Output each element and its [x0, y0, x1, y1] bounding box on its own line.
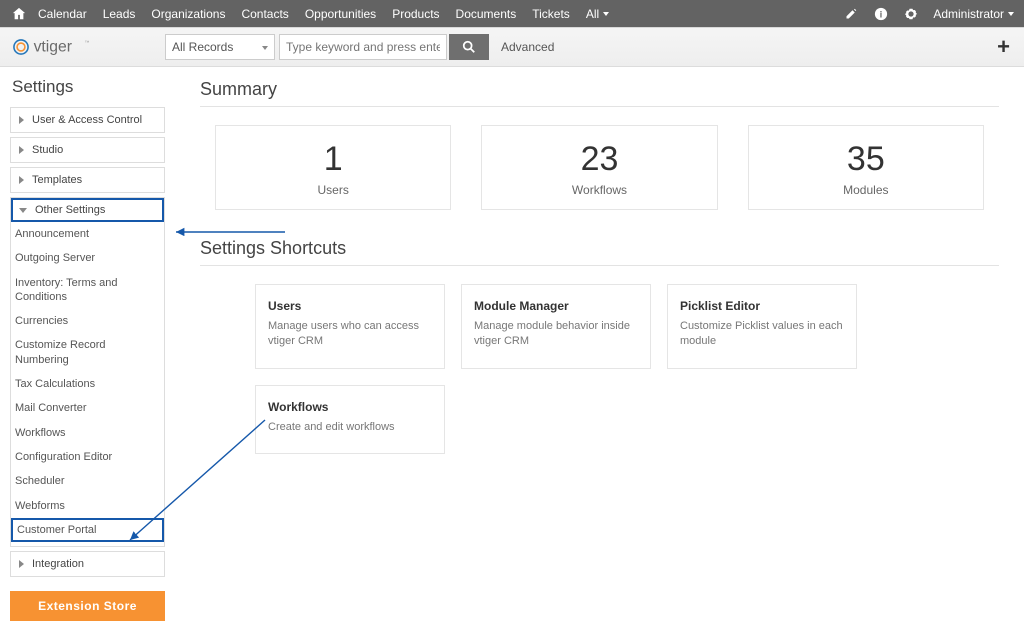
gear-icon[interactable] [903, 6, 919, 22]
chevron-right-icon [19, 176, 24, 184]
svg-text:™: ™ [85, 40, 90, 45]
sidebar-item-record-numbering[interactable]: Customize Record Numbering [11, 333, 164, 372]
svg-text:vtiger: vtiger [34, 39, 72, 56]
summary-card-modules[interactable]: 35 Modules [748, 125, 984, 210]
shortcuts-title: Settings Shortcuts [200, 238, 999, 259]
nav-organizations[interactable]: Organizations [151, 7, 225, 21]
nav-leads[interactable]: Leads [103, 7, 136, 21]
shortcut-desc: Manage users who can access vtiger CRM [268, 319, 432, 350]
sidebar-item-scheduler[interactable]: Scheduler [11, 469, 164, 493]
sidebar-item-announcement[interactable]: Announcement [11, 222, 164, 246]
summary-value: 23 [482, 140, 716, 179]
edit-icon[interactable] [843, 6, 859, 22]
nav-all[interactable]: All [586, 7, 609, 21]
sidebar-section-user-access[interactable]: User & Access Control [11, 108, 164, 132]
settings-sidebar: Settings User & Access Control Studio Te… [0, 67, 175, 640]
sidebar-section-label: User & Access Control [32, 114, 142, 126]
shortcut-title: Workflows [268, 400, 432, 414]
chevron-right-icon [19, 146, 24, 154]
record-scope-select[interactable]: All Records [165, 34, 275, 60]
nav-contacts[interactable]: Contacts [241, 7, 288, 21]
shortcut-users[interactable]: Users Manage users who can access vtiger… [255, 284, 445, 369]
nav-tickets[interactable]: Tickets [532, 7, 570, 21]
sidebar-section-studio[interactable]: Studio [11, 138, 164, 162]
sidebar-section-other-settings[interactable]: Other Settings [11, 198, 164, 222]
shortcut-desc: Manage module behavior inside vtiger CRM [474, 319, 638, 350]
admin-menu[interactable]: Administrator [933, 7, 1014, 21]
sidebar-section-templates[interactable]: Templates [11, 168, 164, 192]
extension-store-button[interactable]: Extension Store [10, 591, 165, 621]
summary-value: 35 [749, 140, 983, 179]
record-scope-label: All Records [172, 40, 233, 54]
sidebar-item-tax-calculations[interactable]: Tax Calculations [11, 372, 164, 396]
search-button[interactable] [449, 34, 489, 60]
nav-calendar[interactable]: Calendar [38, 7, 87, 21]
nav-products[interactable]: Products [392, 7, 439, 21]
summary-title: Summary [200, 79, 999, 100]
svg-text:i: i [880, 9, 882, 19]
add-icon[interactable]: + [997, 34, 1014, 60]
settings-content: Summary 1 Users 23 Workflows 35 Modules … [175, 67, 1024, 640]
shortcut-desc: Customize Picklist values in each module [680, 319, 844, 350]
home-icon[interactable] [10, 5, 28, 23]
nav-documents[interactable]: Documents [456, 7, 517, 21]
sidebar-item-inventory-terms[interactable]: Inventory: Terms and Conditions [11, 271, 164, 310]
sidebar-item-customer-portal[interactable]: Customer Portal [11, 518, 164, 542]
summary-card-workflows[interactable]: 23 Workflows [481, 125, 717, 210]
sidebar-item-outgoing-server[interactable]: Outgoing Server [11, 246, 164, 270]
sidebar-item-currencies[interactable]: Currencies [11, 309, 164, 333]
sidebar-section-integration[interactable]: Integration [11, 552, 164, 576]
sidebar-section-label: Studio [32, 144, 63, 156]
sidebar-section-label: Other Settings [35, 204, 105, 216]
sidebar-section-label: Templates [32, 174, 82, 186]
chevron-down-icon [19, 208, 27, 213]
summary-value: 1 [216, 140, 450, 179]
summary-card-users[interactable]: 1 Users [215, 125, 451, 210]
chevron-right-icon [19, 116, 24, 124]
help-icon[interactable]: i [873, 6, 889, 22]
sidebar-title: Settings [10, 77, 165, 97]
chevron-right-icon [19, 560, 24, 568]
sidebar-section-label: Integration [32, 558, 84, 570]
sidebar-item-mail-converter[interactable]: Mail Converter [11, 396, 164, 420]
sidebar-submenu: Announcement Outgoing Server Inventory: … [11, 222, 164, 546]
shortcut-title: Picklist Editor [680, 299, 844, 313]
advanced-search-link[interactable]: Advanced [501, 40, 554, 54]
shortcut-desc: Create and edit workflows [268, 420, 432, 435]
top-nav: Calendar Leads Organizations Contacts Op… [0, 0, 1024, 27]
summary-label: Workflows [482, 183, 716, 197]
header-bar: vtiger ™ All Records Advanced + [0, 27, 1024, 67]
summary-label: Modules [749, 183, 983, 197]
summary-label: Users [216, 183, 450, 197]
logo[interactable]: vtiger ™ [10, 34, 150, 60]
shortcut-module-manager[interactable]: Module Manager Manage module behavior in… [461, 284, 651, 369]
shortcut-title: Module Manager [474, 299, 638, 313]
nav-opportunities[interactable]: Opportunities [305, 7, 376, 21]
shortcut-picklist-editor[interactable]: Picklist Editor Customize Picklist value… [667, 284, 857, 369]
sidebar-item-config-editor[interactable]: Configuration Editor [11, 445, 164, 469]
sidebar-item-webforms[interactable]: Webforms [11, 494, 164, 518]
shortcut-title: Users [268, 299, 432, 313]
shortcut-workflows[interactable]: Workflows Create and edit workflows [255, 385, 445, 454]
sidebar-item-workflows[interactable]: Workflows [11, 421, 164, 445]
search-input[interactable] [279, 34, 447, 60]
